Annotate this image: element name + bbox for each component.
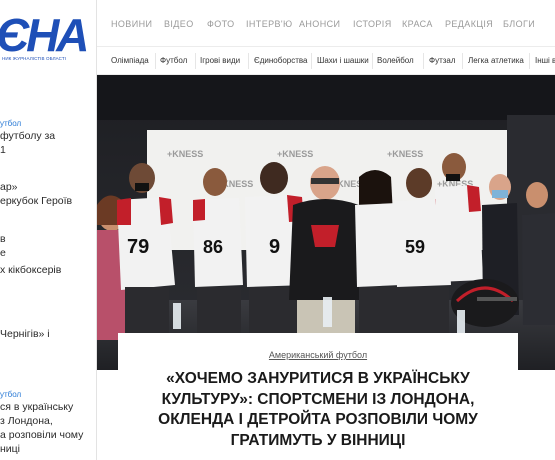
news-title-line[interactable]: футболу за — [0, 129, 96, 143]
subnav-martial-arts[interactable]: Єдиноборства — [254, 56, 308, 65]
news-title-line[interactable]: х кікбоксерів — [0, 263, 96, 277]
subnav-divider — [195, 53, 196, 69]
subnav-volleyball[interactable]: Волейбол — [377, 56, 414, 65]
logo-text: ЄНА — [0, 9, 89, 61]
news-title-line[interactable]: в — [0, 232, 96, 246]
news-title-line[interactable]: ниці — [0, 442, 96, 456]
subnav-olympics[interactable]: Олімпіада — [111, 56, 149, 65]
sports-subnav: Олімпіада Футбол Ігрові види Єдиноборств… — [97, 47, 555, 75]
news-title-line[interactable]: з Лондона, — [0, 414, 96, 428]
article-category-wrap: Американський футбол — [118, 345, 518, 363]
jersey-number: 9 — [269, 236, 280, 258]
subnav-divider — [529, 53, 530, 69]
site-logo[interactable]: ЄНА НИК ЖУРНАЛІСТІВ ОБЛАСТІ — [0, 12, 96, 62]
nav-beauty[interactable]: КРАСА — [402, 19, 433, 29]
article-category-link[interactable]: Американський футбол — [269, 350, 367, 360]
backdrop-logo-text: +KNESS — [387, 149, 423, 159]
logo-subtitle: НИК ЖУРНАЛІСТІВ ОБЛАСТІ — [2, 56, 67, 61]
news-title-line[interactable]: e — [0, 246, 96, 260]
subnav-futsal[interactable]: Футзал — [429, 56, 456, 65]
nav-news[interactable]: НОВИНИ — [111, 19, 152, 29]
news-title-line[interactable]: еркубок Героїв — [0, 194, 96, 208]
news-title-line[interactable]: Чернігів» і — [0, 327, 96, 341]
left-sidebar: ЄНА НИК ЖУРНАЛІСТІВ ОБЛАСТІ утбол футбол… — [0, 0, 97, 460]
article-card: Американський футбол «Хочемо зануритися … — [118, 333, 518, 460]
backdrop-logo-text: +KNESS — [167, 149, 203, 159]
nav-history[interactable]: ІСТОРІЯ — [353, 19, 392, 29]
news-title-line[interactable]: ся в українську — [0, 400, 96, 414]
nav-blogs[interactable]: БЛОГИ — [503, 19, 535, 29]
subnav-chess[interactable]: Шахи і шашки — [317, 56, 369, 65]
nav-video[interactable]: ВІДЕО — [164, 19, 194, 29]
news-title-line[interactable]: ар» — [0, 180, 96, 194]
subnav-other[interactable]: Інші в — [535, 56, 555, 65]
backdrop-logo-text: +KNESS — [277, 149, 313, 159]
subnav-divider — [423, 53, 424, 69]
sidebar-news-item[interactable]: ар» еркубок Героїв — [0, 180, 96, 208]
nav-editorial[interactable]: РЕДАКЦІЯ — [445, 19, 493, 29]
subnav-team-sports[interactable]: Ігрові види — [200, 56, 240, 65]
news-title-line[interactable]: а розповіли чому — [0, 428, 96, 442]
nav-interview[interactable]: ІНТЕРВ'Ю — [246, 19, 293, 29]
sidebar-news-item[interactable]: утбол ся в українську з Лондона, а розпо… — [0, 389, 96, 456]
subnav-athletics[interactable]: Легка атлетика — [468, 56, 524, 65]
article-title[interactable]: «Хочемо зануритися в українську культуру… — [128, 369, 508, 451]
main-nav: НОВИНИ ВІДЕО ФОТО ІНТЕРВ'Ю АНОНСИ ІСТОРІ… — [97, 0, 555, 47]
hero-photo[interactable]: +KNESS +KNESS +KNESS +KNESS +KNESS +KNES… — [97, 75, 555, 370]
news-title-line[interactable]: 1 — [0, 143, 96, 157]
nav-photo[interactable]: ФОТО — [207, 19, 235, 29]
news-category[interactable]: утбол — [0, 389, 96, 400]
subnav-divider — [311, 53, 312, 69]
hero-photo-illustration: +KNESS +KNESS +KNESS +KNESS +KNESS +KNES… — [97, 75, 555, 370]
subnav-divider — [155, 53, 156, 69]
jersey-number: 59 — [405, 237, 425, 257]
subnav-divider — [248, 53, 249, 69]
news-category[interactable]: утбол — [0, 118, 96, 129]
nav-announcements[interactable]: АНОНСИ — [299, 19, 340, 29]
sidebar-news-item[interactable]: Чернігів» і — [0, 327, 96, 341]
sidebar-news-item[interactable]: в e — [0, 232, 96, 260]
sidebar-news-item[interactable]: утбол футболу за 1 — [0, 118, 96, 157]
sidebar-news-item[interactable]: х кікбоксерів — [0, 263, 96, 277]
jersey-number: 86 — [203, 237, 223, 257]
jersey-number: 79 — [127, 236, 149, 258]
subnav-divider — [372, 53, 373, 69]
subnav-divider — [462, 53, 463, 69]
subnav-football[interactable]: Футбол — [160, 56, 187, 65]
